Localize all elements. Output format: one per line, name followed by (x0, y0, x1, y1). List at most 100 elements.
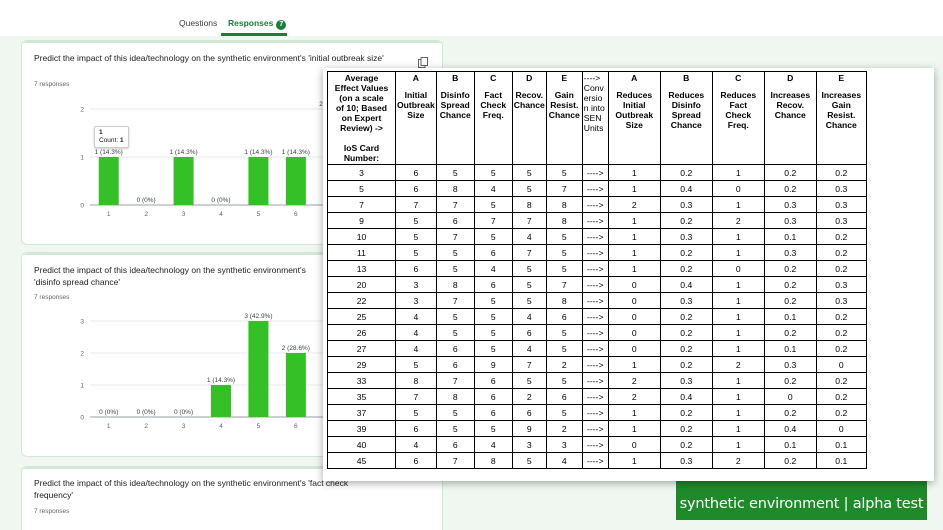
value-cell: 5 (473, 308, 513, 325)
column-header-line: Chance (825, 120, 857, 130)
value-cell: 7 (511, 244, 547, 261)
table-row: 26 4 5 5 6 5 ----> 0 0.2 1 0.2 0.2 (327, 324, 867, 341)
label-column-header: Average Effect Values (on a scale of 10; Ba… (327, 71, 396, 165)
value-cell: 5 (473, 420, 513, 437)
x-tick-label: 2 (144, 423, 148, 430)
column-header-line: Disinfo (440, 90, 470, 100)
value-cell: 0.3 (815, 276, 867, 293)
value-cell: 9 (511, 420, 547, 437)
value-cell: 0.2 (659, 212, 713, 229)
value-cell: 7 (511, 356, 547, 373)
tab-questions[interactable]: Questions (179, 18, 217, 28)
card-number-cell: 27 (327, 340, 396, 357)
value-cell: 0.3 (659, 452, 713, 469)
value-cell: 1 (711, 404, 765, 421)
table-row: 9 5 6 7 7 8 ----> 1 0.2 2 0.3 0.3 (327, 212, 867, 229)
value-cell: 5 (545, 372, 583, 389)
value-cell: 7 (435, 196, 475, 213)
column-header-line: Resist. (550, 100, 579, 110)
value-cell: 6 (395, 452, 437, 469)
value-cell: 0.2 (763, 452, 817, 469)
question-title: Predict the impact of this idea/technolo… (34, 53, 384, 63)
value-cell: 7 (395, 388, 437, 405)
value-cell: 9 (473, 356, 513, 373)
value-cell: 0.1 (763, 308, 817, 325)
value-cell: 0 (607, 436, 661, 453)
value-cell: 0.2 (763, 260, 817, 277)
value-cell: 2 (607, 196, 661, 213)
tooltip-count: Count: 1 (99, 137, 124, 145)
column-header-line: Units (583, 123, 604, 133)
output-column-header: A Reduces Initial Outbreak Size (607, 71, 661, 165)
value-cell: 4 (395, 340, 437, 357)
table-row: 37 5 5 6 6 5 ----> 1 0.2 1 0.2 0.2 (327, 404, 867, 421)
value-cell: 7 (435, 452, 475, 469)
tab-bar: Questions Responses 7 (0, 0, 943, 36)
data-label: 0 (0%) (137, 197, 156, 204)
tooltip-count-value: 1 (119, 137, 124, 144)
arrow-cell: ----> (581, 420, 609, 437)
value-cell: 6 (435, 356, 475, 373)
copy-chart-icon[interactable] (418, 57, 428, 68)
value-cell: 0.2 (659, 420, 713, 437)
column-letter: B (683, 73, 690, 83)
column-header-line: Fact (484, 90, 503, 100)
conversion-column-header: ----> Conv ersio n into SEN Units (581, 71, 609, 165)
card-accent (22, 41, 442, 43)
x-tick-label: 1 (107, 211, 111, 218)
value-cell: 0.2 (763, 324, 817, 341)
value-cell: 5 (473, 292, 513, 309)
value-cell: 5 (473, 324, 513, 341)
card-number-cell: 11 (327, 244, 396, 261)
value-cell: 5 (395, 244, 437, 261)
response-count: 7 responses (34, 294, 70, 301)
column-header-line: Gain (554, 90, 574, 100)
value-cell: 6 (435, 436, 475, 453)
value-cell: 0.2 (659, 244, 713, 261)
value-cell: 6 (545, 388, 583, 405)
value-cell: 8 (511, 196, 547, 213)
arrow-cell: ----> (581, 308, 609, 325)
y-tick-label: 1 (80, 383, 84, 390)
value-cell: 0 (711, 180, 765, 197)
input-column-header: D Recov. Chance (511, 71, 547, 165)
tab-responses[interactable]: Responses 7 (228, 18, 287, 30)
value-cell: 1 (607, 228, 661, 245)
value-cell: 3 (545, 436, 583, 453)
value-cell: 0 (711, 260, 765, 277)
arrow-cell: ----> (581, 276, 609, 293)
value-cell: 5 (511, 260, 547, 277)
value-cell: 0.2 (815, 404, 867, 421)
value-cell: 5 (435, 404, 475, 421)
value-cell: 7 (435, 292, 475, 309)
value-cell: 5 (511, 292, 547, 309)
column-header-line: Reduces (720, 90, 757, 100)
value-cell: 1 (711, 292, 765, 309)
value-cell: 0 (607, 340, 661, 357)
card-number-cell: 13 (327, 260, 396, 277)
value-cell: 5 (435, 324, 475, 341)
input-column-header: E Gain Resist. Chance (545, 71, 583, 165)
bar (173, 157, 194, 205)
column-header-line: Chance (774, 110, 806, 120)
arrow-cell: ----> (581, 372, 609, 389)
column-header-line: ersio (583, 93, 603, 103)
value-cell: 0.4 (659, 388, 713, 405)
label-header-line: Effect Values (334, 83, 389, 93)
card-number-cell: 33 (327, 372, 396, 389)
value-cell: 8 (435, 388, 475, 405)
value-cell: 2 (711, 356, 765, 373)
value-cell: 6 (545, 308, 583, 325)
table-row: 25 4 5 5 4 6 ----> 0 0.2 1 0.1 0.2 (327, 308, 867, 325)
arrow-cell: ----> (581, 452, 609, 469)
value-cell: 2 (711, 212, 765, 229)
value-cell: 6 (511, 324, 547, 341)
value-cell: 7 (435, 372, 475, 389)
value-cell: 5 (435, 164, 475, 181)
value-cell: 5 (545, 260, 583, 277)
arrow-cell: ----> (581, 212, 609, 229)
data-label: 1 (14.3%) (244, 149, 272, 156)
value-cell: 7 (545, 276, 583, 293)
bar (98, 157, 119, 205)
value-cell: 1 (711, 196, 765, 213)
